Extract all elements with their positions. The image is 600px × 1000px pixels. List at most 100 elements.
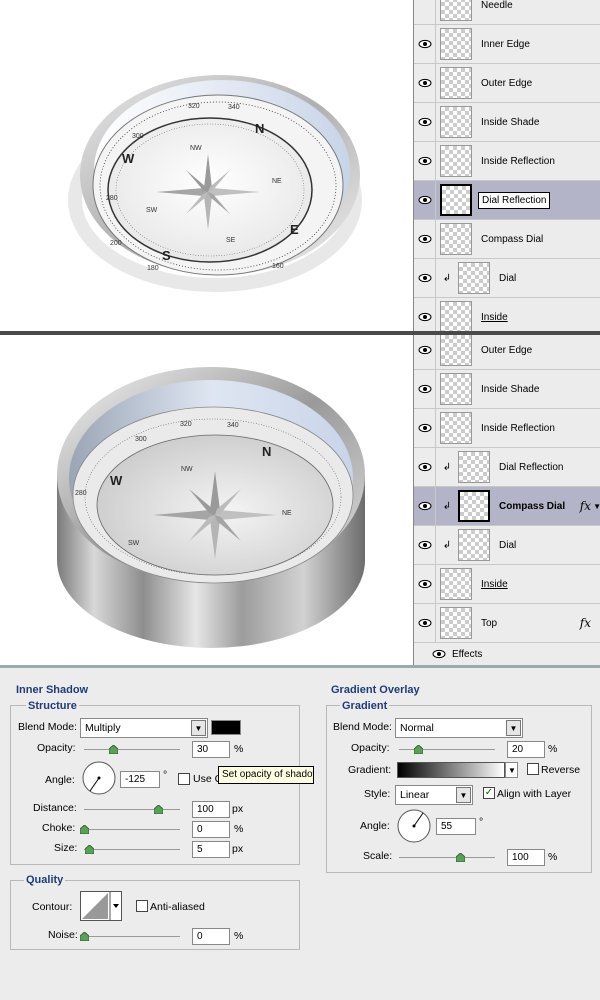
layer-thumbnail xyxy=(440,607,472,639)
visibility-toggle[interactable] xyxy=(414,486,436,526)
visibility-toggle[interactable] xyxy=(414,408,436,448)
distance-field[interactable]: 100 xyxy=(192,801,230,818)
gradient-overlay-title: Gradient Overlay xyxy=(331,684,420,696)
slider-thumb-icon[interactable] xyxy=(414,745,423,754)
slider-thumb-icon[interactable] xyxy=(85,845,94,854)
distance-slider[interactable] xyxy=(84,805,180,814)
slider-thumb-icon[interactable] xyxy=(154,805,163,814)
layer-row-outer-edge[interactable]: Outer Edge xyxy=(414,63,600,103)
shadow-color-swatch[interactable] xyxy=(211,720,241,735)
visibility-toggle[interactable] xyxy=(414,335,436,370)
visibility-toggle[interactable] xyxy=(414,369,436,409)
opacity-field[interactable]: 20 xyxy=(507,741,545,758)
gradient-preview[interactable] xyxy=(397,762,505,778)
percent-unit: % xyxy=(548,743,558,755)
visibility-toggle[interactable] xyxy=(414,603,436,643)
layer-row-effects[interactable]: Effects xyxy=(414,643,600,665)
visibility-toggle[interactable] xyxy=(414,564,436,604)
use-global-light-checkbox[interactable] xyxy=(178,773,190,785)
slider-thumb-icon[interactable] xyxy=(80,932,89,941)
visibility-toggle[interactable] xyxy=(414,525,436,565)
layer-row-inside[interactable]: Inside xyxy=(414,297,600,331)
anti-aliased-label: Anti-aliased xyxy=(150,901,205,913)
layer-row-dial-reflection[interactable]: ↲ Dial Reflection xyxy=(414,447,600,487)
layer-row-inner-edge[interactable]: Inner Edge xyxy=(414,24,600,64)
layer-row-top[interactable]: Top fx xyxy=(414,603,600,643)
blend-mode-value: Multiply xyxy=(85,722,121,734)
slider-thumb-icon[interactable] xyxy=(80,825,89,834)
layer-row-inside-shade[interactable]: Inside Shade xyxy=(414,102,600,142)
opacity-slider[interactable] xyxy=(399,745,495,754)
layer-row-inside-shade[interactable]: Inside Shade xyxy=(414,369,600,409)
visibility-toggle[interactable] xyxy=(414,447,436,487)
visibility-toggle[interactable] xyxy=(414,63,436,103)
layer-row-needle[interactable]: Needle xyxy=(414,0,600,25)
size-label: Size: xyxy=(54,842,78,854)
layer-row-dial[interactable]: ↲ Dial xyxy=(414,525,600,565)
dial-label-s: S xyxy=(162,248,171,263)
angle-field[interactable]: -125 xyxy=(120,771,160,788)
angle-field[interactable]: 55 xyxy=(436,818,476,835)
opacity-slider[interactable] xyxy=(84,745,180,754)
visibility-toggle[interactable] xyxy=(414,24,436,64)
scale-label-180: 180 xyxy=(147,265,159,272)
visibility-toggle[interactable] xyxy=(414,102,436,142)
layer-row-compass-dial[interactable]: Compass Dial xyxy=(414,219,600,259)
layer-name: Compass Dial xyxy=(481,233,544,245)
noise-field[interactable]: 0 xyxy=(192,928,230,945)
scale-slider[interactable] xyxy=(399,853,495,862)
layer-name: Outer Edge xyxy=(481,77,533,89)
blend-mode-select[interactable]: Multiply ▼ xyxy=(80,718,208,738)
scale-field[interactable]: 100 xyxy=(507,849,545,866)
layer-row-dial-reflection[interactable]: Dial Reflection xyxy=(414,180,600,220)
expand-arrow-icon[interactable]: ▼ xyxy=(593,502,600,511)
layer-row-inside-reflection[interactable]: Inside Reflection xyxy=(414,408,600,448)
dial-label-nw: NW xyxy=(190,145,202,152)
contour-picker[interactable] xyxy=(80,891,122,921)
layer-name-edit-field[interactable]: Dial Reflection xyxy=(478,191,551,209)
size-field[interactable]: 5 xyxy=(192,841,230,858)
eye-icon xyxy=(418,78,431,88)
chevron-down-icon: ▼ xyxy=(506,720,521,736)
noise-slider[interactable] xyxy=(80,932,180,941)
layer-effects-icon[interactable]: fx xyxy=(580,616,591,630)
visibility-toggle[interactable] xyxy=(414,180,436,220)
dial-label-n-b: N xyxy=(262,444,271,459)
layer-name: Inside xyxy=(481,311,508,323)
opacity-field[interactable]: 30 xyxy=(192,741,230,758)
angle-dial[interactable] xyxy=(81,760,117,796)
layer-name: Effects xyxy=(452,648,483,660)
percent-unit: % xyxy=(234,743,244,755)
layer-row-inside[interactable]: Inside xyxy=(414,564,600,604)
angle-dial[interactable] xyxy=(396,808,432,844)
size-slider[interactable] xyxy=(84,845,180,854)
visibility-toggle[interactable] xyxy=(414,219,436,259)
eye-icon xyxy=(418,384,431,394)
visibility-toggle[interactable] xyxy=(414,649,450,659)
choke-field[interactable]: 0 xyxy=(192,821,230,838)
scale-label: Scale: xyxy=(363,850,393,862)
align-with-layer-checkbox[interactable]: ✓ xyxy=(483,787,495,799)
layer-row-dial[interactable]: ↲ Dial xyxy=(414,258,600,298)
reverse-checkbox[interactable] xyxy=(527,763,539,775)
scale-label-160: 160 xyxy=(272,263,284,270)
layer-row-outer-edge[interactable]: Outer Edge xyxy=(414,335,600,370)
anti-aliased-checkbox[interactable] xyxy=(136,900,148,912)
layer-row-inside-reflection[interactable]: Inside Reflection xyxy=(414,141,600,181)
visibility-toggle[interactable] xyxy=(414,141,436,181)
visibility-toggle[interactable] xyxy=(414,297,436,331)
canvas-top: 320 340 N NW NE SW SE S E W 280 300 160 … xyxy=(0,0,413,331)
style-select[interactable]: Linear ▼ xyxy=(395,785,473,805)
gradient-dropdown[interactable]: ▼ xyxy=(505,762,518,778)
eye-icon xyxy=(418,462,431,472)
dial-label-n: N xyxy=(255,121,264,136)
choke-slider[interactable] xyxy=(80,825,180,834)
blend-mode-select[interactable]: Normal ▼ xyxy=(395,718,523,738)
visibility-toggle[interactable] xyxy=(414,258,436,298)
layer-row-compass-dial[interactable]: ↲ Compass Dial fx ▼ xyxy=(414,486,600,526)
visibility-toggle[interactable] xyxy=(414,0,436,25)
layer-effects-icon[interactable]: fx xyxy=(580,499,591,513)
eye-icon xyxy=(418,312,431,322)
slider-thumb-icon[interactable] xyxy=(109,745,118,754)
slider-thumb-icon[interactable] xyxy=(456,853,465,862)
